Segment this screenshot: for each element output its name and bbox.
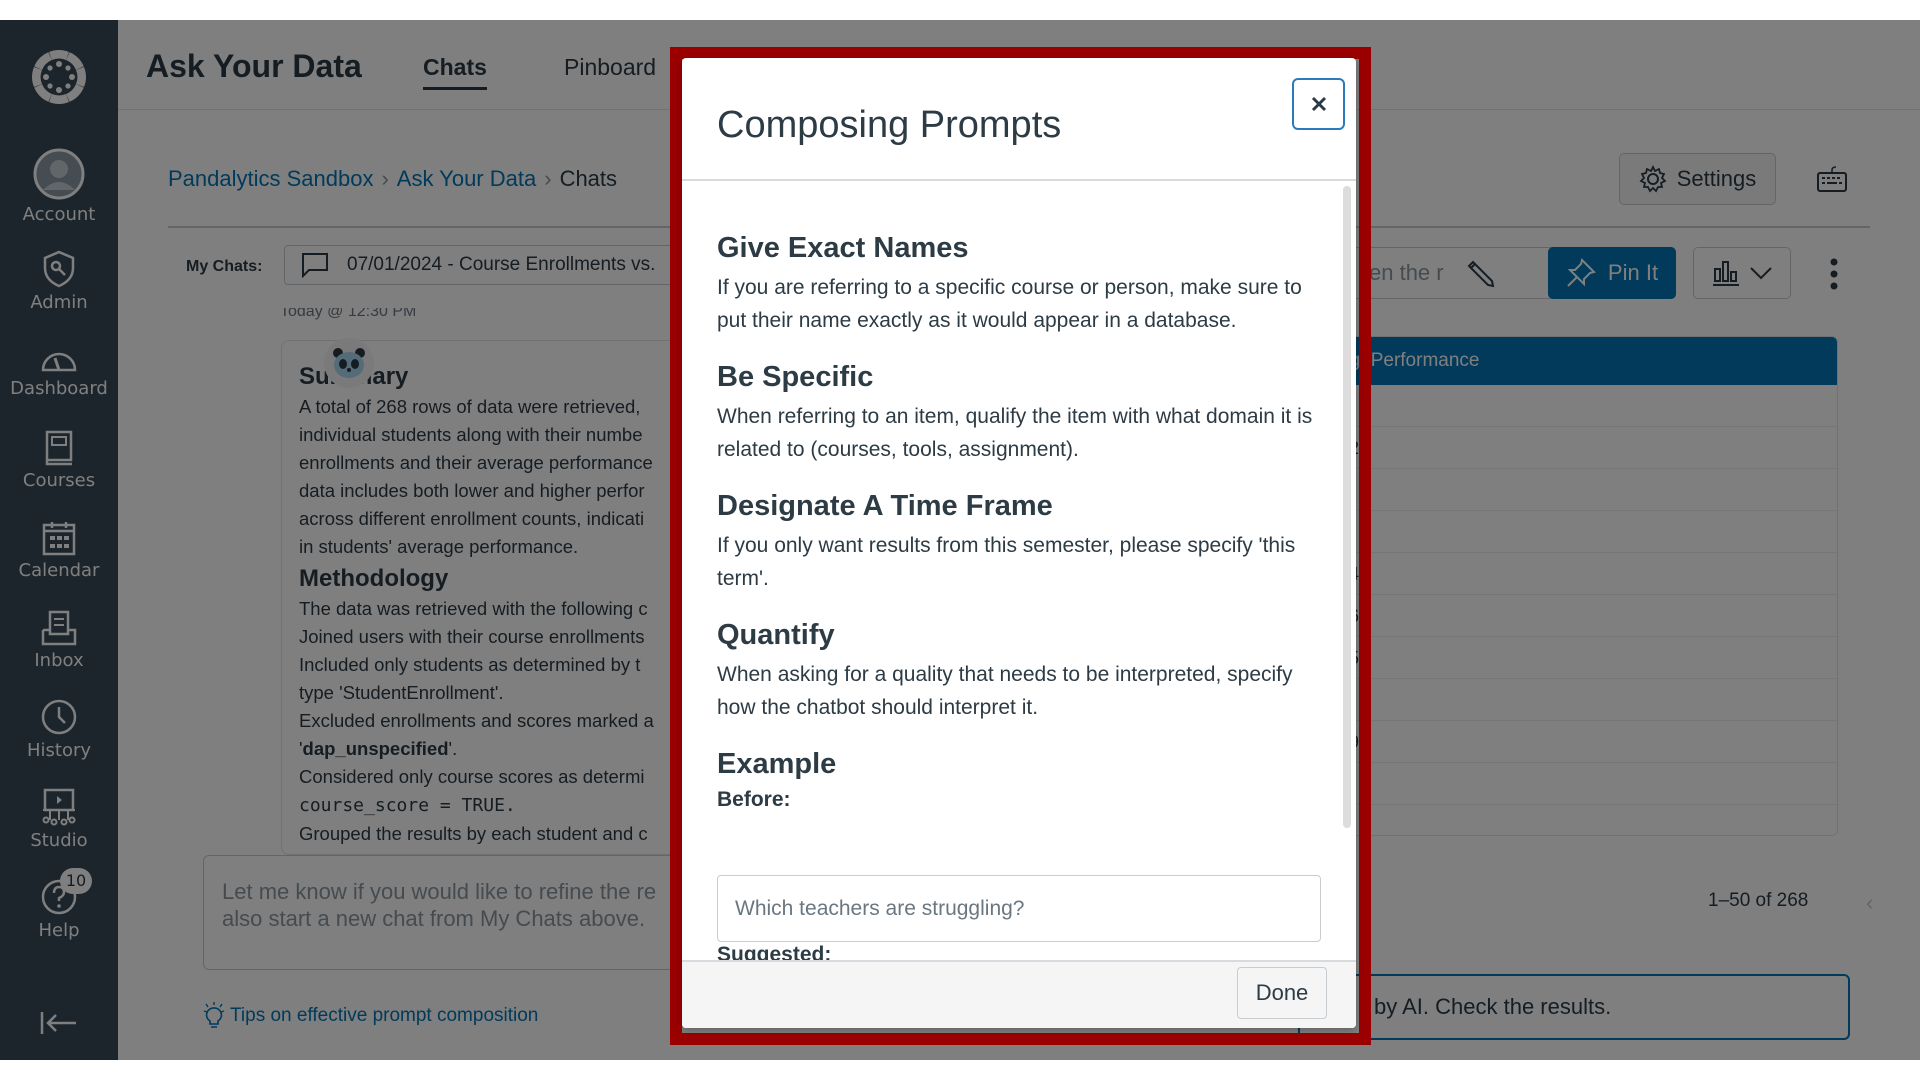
before-example-field: Which teachers are struggling? (717, 875, 1321, 942)
modal-footer: Done (682, 960, 1356, 1028)
composing-prompts-modal: Composing Prompts Give Exact Names If yo… (682, 58, 1356, 1028)
modal-scrollbar[interactable] (1343, 186, 1351, 828)
close-icon (1311, 96, 1326, 112)
before-label: Before: (717, 785, 1317, 815)
tip-heading: Be Specific (717, 361, 874, 393)
tip-text: If you are referring to a specific cours… (717, 276, 1302, 332)
close-modal-button[interactable] (1292, 78, 1345, 130)
app-window: Account Admin Dashboard Courses Calendar… (0, 20, 1920, 1060)
tip-heading: Designate A Time Frame (717, 490, 1053, 522)
tip-heading: Give Exact Names (717, 232, 969, 264)
tip-section: Give Exact Names If you are referring to… (717, 231, 1317, 337)
tip-text: When referring to an item, qualify the i… (717, 405, 1313, 461)
suggested-label-text: Suggested: (717, 943, 832, 960)
modal-body[interactable]: Give Exact Names If you are referring to… (682, 183, 1356, 960)
modal-title: Composing Prompts (717, 104, 1062, 146)
example-section: Example (717, 747, 1317, 781)
tip-section: Be Specific When referring to an item, q… (717, 360, 1317, 466)
before-label-text: Before: (717, 788, 791, 811)
done-button[interactable]: Done (1237, 967, 1327, 1019)
tip-text: If you only want results from this semes… (717, 534, 1296, 590)
tip-text: When asking for a quality that needs to … (717, 663, 1293, 719)
tip-section: Designate A Time Frame If you only want … (717, 489, 1317, 595)
tip-section: Quantify When asking for a quality that … (717, 618, 1317, 724)
example-heading: Example (717, 748, 837, 780)
tip-heading: Quantify (717, 619, 835, 651)
suggested-label: Suggested: (717, 940, 1317, 960)
modal-header: Composing Prompts (682, 58, 1356, 181)
